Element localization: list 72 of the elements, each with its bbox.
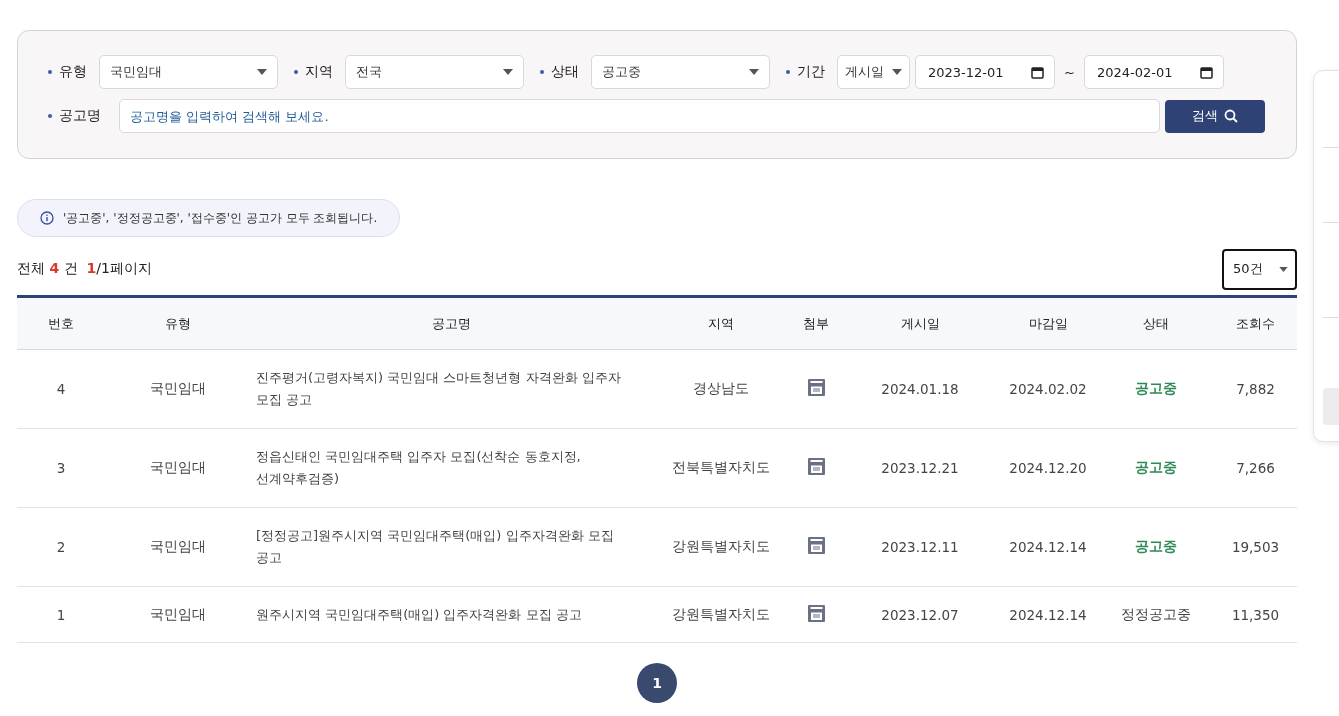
date-field[interactable]: 2023-12-01 [915,55,1055,89]
column-header: 번호 [48,315,74,331]
status-text: 공고중 [1135,459,1177,475]
search-icon [1224,109,1238,123]
table-cell: 전북특별자치도 [672,459,770,475]
table-cell: 1 [56,606,66,623]
notice-text: '공고중', '정정공고중', '접수중'인 공고가 모두 조회됩니다. [63,209,378,227]
column-header: 첨부 [803,315,829,331]
range-separator: ~ [1064,64,1075,80]
date-field[interactable]: 2024-02-01 [1083,55,1224,89]
column-header: 공고명 [431,315,471,331]
table-cell: 국민임대 [149,459,206,475]
search-field[interactable]: 공고명을 입력하여 검색해 보세요. [119,99,1160,133]
table-cell: 국민임대 [149,380,206,396]
column-header: 지역 [708,315,734,331]
column-header: 상태 [1143,315,1169,331]
table-cell: 4 [56,381,66,397]
table-cell: 2023.12.07 [881,606,959,623]
table-cell: 2024.12.14 [1009,606,1087,623]
calendar-icon [1031,65,1044,79]
search-button[interactable]: 검색 [1165,99,1265,133]
caret-icon [503,69,513,75]
table-cell: 2023.12.21 [881,460,959,476]
date-basis-dropdown[interactable]: 게시일 [837,55,910,89]
info-icon [40,211,54,225]
attachment-file-icon[interactable] [807,537,825,554]
table-cell: 7,266 [1236,460,1275,476]
table-cell: 2024.12.14 [1009,539,1087,555]
attachment-file-icon[interactable] [807,604,825,622]
filter-label: 상태 [540,63,579,81]
dropdown[interactable]: 공고중 [591,55,770,89]
page-size-dropdown[interactable]: 50건 [1222,248,1297,290]
column-header: 게시일 [900,315,940,331]
calendar-icon [1199,65,1213,79]
column-header: 조회수 [1236,315,1275,331]
attachment-file-icon[interactable] [807,379,825,396]
table-cell: 2024.12.20 [1009,460,1087,476]
table-cell: 11,350 [1231,606,1280,623]
filter-label: 기간 [786,63,825,81]
dropdown[interactable]: 전국 [345,55,524,89]
notice-title-link[interactable]: 진주평거(고령자복지) 국민임대 스마트청년형 자격완화 입주자 모집 공고 [256,367,631,411]
filter-label: 유형 [48,63,87,81]
caret-icon [892,69,902,75]
page-button[interactable]: 1 [637,663,677,703]
filter-label: 지역 [294,63,333,81]
column-header: 마감일 [1028,315,1068,331]
table-cell: 경상남도 [693,380,749,396]
table-cell: 19,503 [1231,539,1280,555]
status-text: 정정공고중 [1121,605,1191,622]
table-cell: 강원특별자치도 [672,538,770,554]
table-cell: 2023.12.11 [881,539,959,555]
caret-icon [1279,266,1288,272]
table-cell: 7,882 [1236,381,1275,397]
attachment-file-icon[interactable] [807,458,825,475]
table-cell: 2024.02.02 [1009,381,1087,397]
column-header: 유형 [164,315,191,331]
result-summary: 전체 4 건 1/1페이지 [17,260,152,278]
table-cell: 국민임대 [149,538,206,554]
notice-title-link[interactable]: 원주시지역 국민임대주택(매입) 입주자격완화 모집 공고 [256,603,631,626]
table-cell: 국민임대 [149,605,206,622]
caret-icon [749,69,759,75]
notice-title-link[interactable]: 정읍신태인 국민임대주택 입주자 모집(선착순 동호지정, 선계약후검증) [256,446,631,490]
status-text: 공고중 [1135,538,1177,554]
table-cell: 강원특별자치도 [672,605,770,622]
table-cell: 2024.01.18 [881,381,959,397]
dropdown[interactable]: 국민임대 [99,55,278,89]
table-cell: 3 [56,460,66,476]
caret-icon [257,69,267,75]
status-text: 공고중 [1135,380,1177,396]
filter-label: 공고명 [48,107,101,125]
notice-title-link[interactable]: [정정공고]원주시지역 국민임대주택(매입) 입주자격완화 모집 공고 [256,525,631,569]
table-cell: 2 [56,539,66,555]
